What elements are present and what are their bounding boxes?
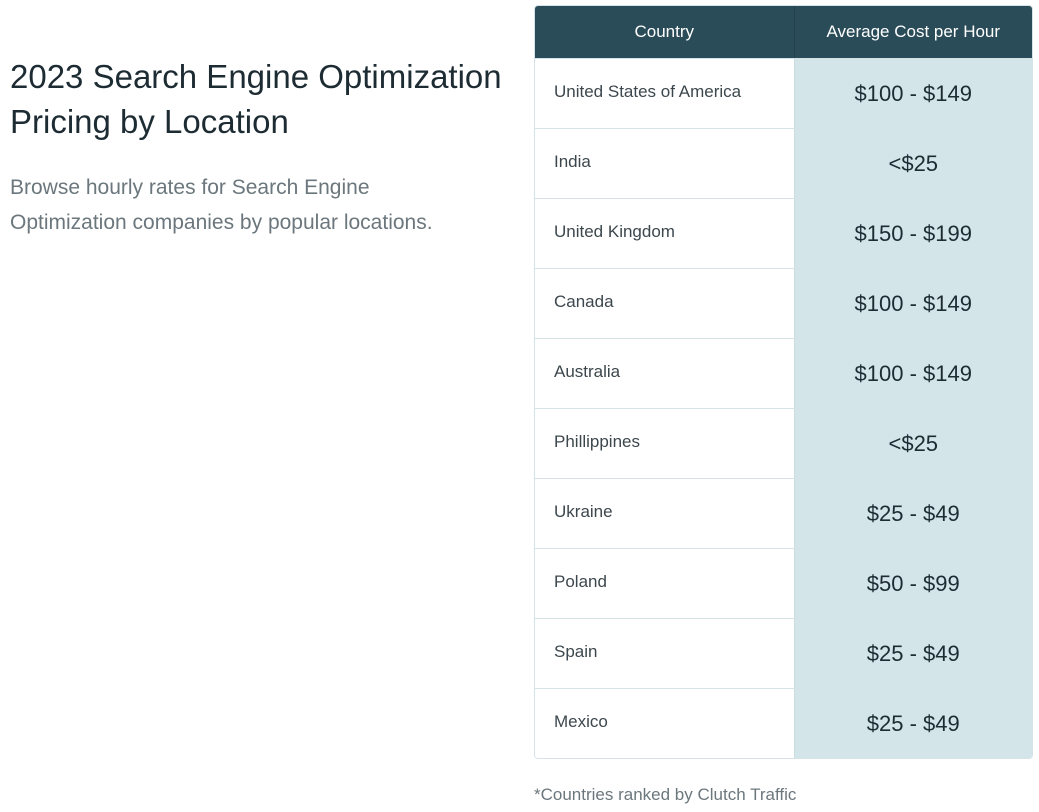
table-row: Canada $100 - $149 [535, 268, 1032, 338]
country-cell: Mexico [535, 688, 794, 758]
cost-cell: $25 - $49 [793, 478, 1032, 548]
country-cell: United States of America [535, 58, 794, 128]
country-name: Canada [554, 291, 614, 311]
cost-cell: $100 - $149 [793, 338, 1032, 408]
table-row: Phillippines <$25 [535, 408, 1032, 478]
country-name: Poland [554, 571, 607, 591]
country-name: United Kingdom [554, 221, 675, 241]
column-header-average-cost: Average Cost per Hour [793, 6, 1032, 58]
pricing-by-location-section: 2023 Search Engine Optimization Pricing … [0, 0, 1039, 812]
cost-cell: $25 - $49 [793, 688, 1032, 758]
table-footnote: *Countries ranked by Clutch Traffic [534, 785, 797, 804]
pricing-table-container: Country Average Cost per Hour United Sta… [534, 5, 1033, 805]
country-cell: Australia [535, 338, 794, 408]
country-name: Ukraine [554, 501, 613, 521]
country-cell: Ukraine [535, 478, 794, 548]
cost-cell: $50 - $99 [793, 548, 1032, 618]
table-row: United States of America $100 - $149 [535, 58, 1032, 128]
table-row: Australia $100 - $149 [535, 338, 1032, 408]
country-name: Australia [554, 361, 621, 381]
country-cell: Spain [535, 618, 794, 688]
country-name: Spain [554, 641, 598, 661]
country-name: Phillippines [554, 431, 640, 451]
cost-cell: <$25 [793, 128, 1032, 198]
page-subtitle: Browse hourly rates for Search Engine Op… [10, 176, 433, 234]
table-header-row: Country Average Cost per Hour [535, 6, 1032, 58]
country-cell: Canada [535, 268, 794, 338]
column-header-country: Country [535, 6, 794, 58]
table-row: Spain $25 - $49 [535, 618, 1032, 688]
cost-cell: $100 - $149 [793, 268, 1032, 338]
intro-block: 2023 Search Engine Optimization Pricing … [10, 54, 510, 240]
table-row: Ukraine $25 - $49 [535, 478, 1032, 548]
cost-cell: <$25 [793, 408, 1032, 478]
cost-cell: $150 - $199 [793, 198, 1032, 268]
table-row: Poland $50 - $99 [535, 548, 1032, 618]
cost-cell: $25 - $49 [793, 618, 1032, 688]
pricing-table: Country Average Cost per Hour United Sta… [534, 5, 1033, 759]
country-name: United States of America [554, 81, 742, 101]
country-name: India [554, 151, 591, 171]
table-row: Mexico $25 - $49 [535, 688, 1032, 758]
cost-cell: $100 - $149 [793, 58, 1032, 128]
table-row: United Kingdom $150 - $199 [535, 198, 1032, 268]
country-cell: Phillippines [535, 408, 794, 478]
country-cell: Poland [535, 548, 794, 618]
country-cell: India [535, 128, 794, 198]
country-name: Mexico [554, 711, 608, 731]
table-row: India <$25 [535, 128, 1032, 198]
country-cell: United Kingdom [535, 198, 794, 268]
page-title: 2023 Search Engine Optimization Pricing … [10, 58, 502, 140]
